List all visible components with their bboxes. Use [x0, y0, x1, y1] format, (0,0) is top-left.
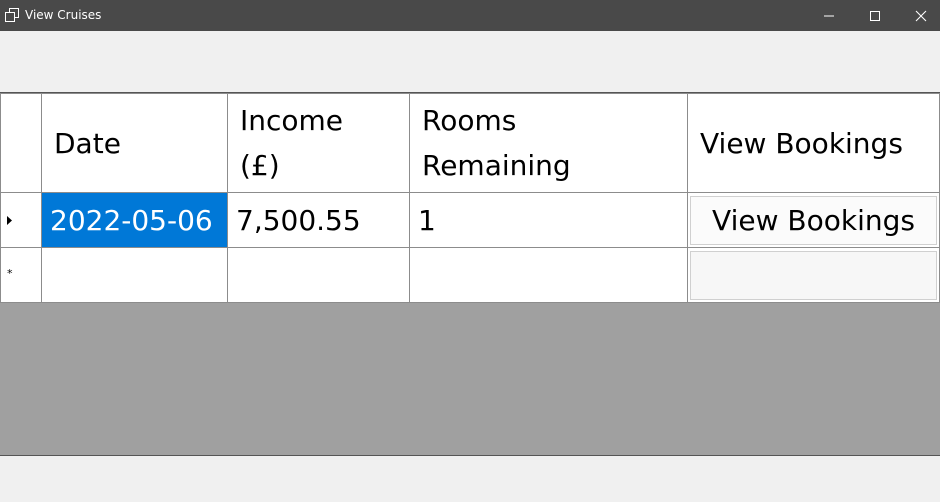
minimize-button[interactable] [806, 0, 852, 31]
cruises-table: Date Income (£) Rooms Remaining View Boo… [0, 93, 940, 303]
rooms-remaining-value: 1 [418, 203, 436, 237]
column-header-remaining-label: Remaining [422, 149, 571, 182]
maximize-button[interactable] [852, 0, 898, 31]
top-left-header-cell[interactable] [0, 93, 42, 193]
column-header-view-bookings-label: View Bookings [700, 126, 903, 160]
column-header-income-unit: (£) [240, 149, 280, 182]
new-row[interactable]: * [0, 247, 940, 303]
maximize-icon [870, 11, 880, 21]
income-cell[interactable]: 7,500.55 [227, 192, 410, 248]
column-header-date-label: Date [54, 126, 121, 160]
column-header-rooms-label: Rooms [422, 104, 517, 137]
cruises-data-grid[interactable]: Date Income (£) Rooms Remaining View Boo… [0, 92, 940, 456]
column-header-view-bookings[interactable]: View Bookings [687, 93, 940, 193]
row-header-cell[interactable] [0, 192, 42, 248]
new-income-cell[interactable] [227, 247, 410, 303]
new-view-bookings-button[interactable] [690, 250, 937, 300]
close-button[interactable] [898, 0, 940, 31]
new-row-header-cell[interactable]: * [0, 247, 42, 303]
new-view-bookings-cell [687, 247, 940, 303]
income-value: 7,500.55 [236, 203, 361, 237]
new-row-indicator: * [7, 267, 13, 280]
close-icon [915, 10, 927, 22]
view-bookings-button[interactable]: View Bookings [690, 195, 937, 245]
column-header-income[interactable]: Income (£) [227, 93, 410, 193]
rooms-remaining-cell[interactable]: 1 [409, 192, 688, 248]
minimize-icon [824, 15, 834, 17]
column-header-row: Date Income (£) Rooms Remaining View Boo… [0, 93, 940, 193]
column-header-date[interactable]: Date [41, 93, 228, 193]
current-row-arrow-icon [7, 216, 12, 225]
new-rooms-remaining-cell[interactable] [409, 247, 688, 303]
new-date-cell[interactable] [41, 247, 228, 303]
date-value: 2022-05-06 [50, 203, 213, 237]
view-bookings-cell: View Bookings [687, 192, 940, 248]
table-row[interactable]: 2022-05-06 7,500.55 1 View Bookings [0, 192, 940, 248]
view-cruises-window: View Cruises Date Income (£) Rooms Remai… [0, 0, 940, 502]
column-header-income-label: Income [240, 104, 344, 137]
title-bar[interactable]: View Cruises [0, 0, 940, 31]
column-header-rooms-remaining[interactable]: Rooms Remaining [409, 93, 688, 193]
app-window-icon [5, 8, 19, 22]
window-title: View Cruises [25, 8, 102, 22]
date-cell[interactable]: 2022-05-06 [41, 192, 228, 248]
